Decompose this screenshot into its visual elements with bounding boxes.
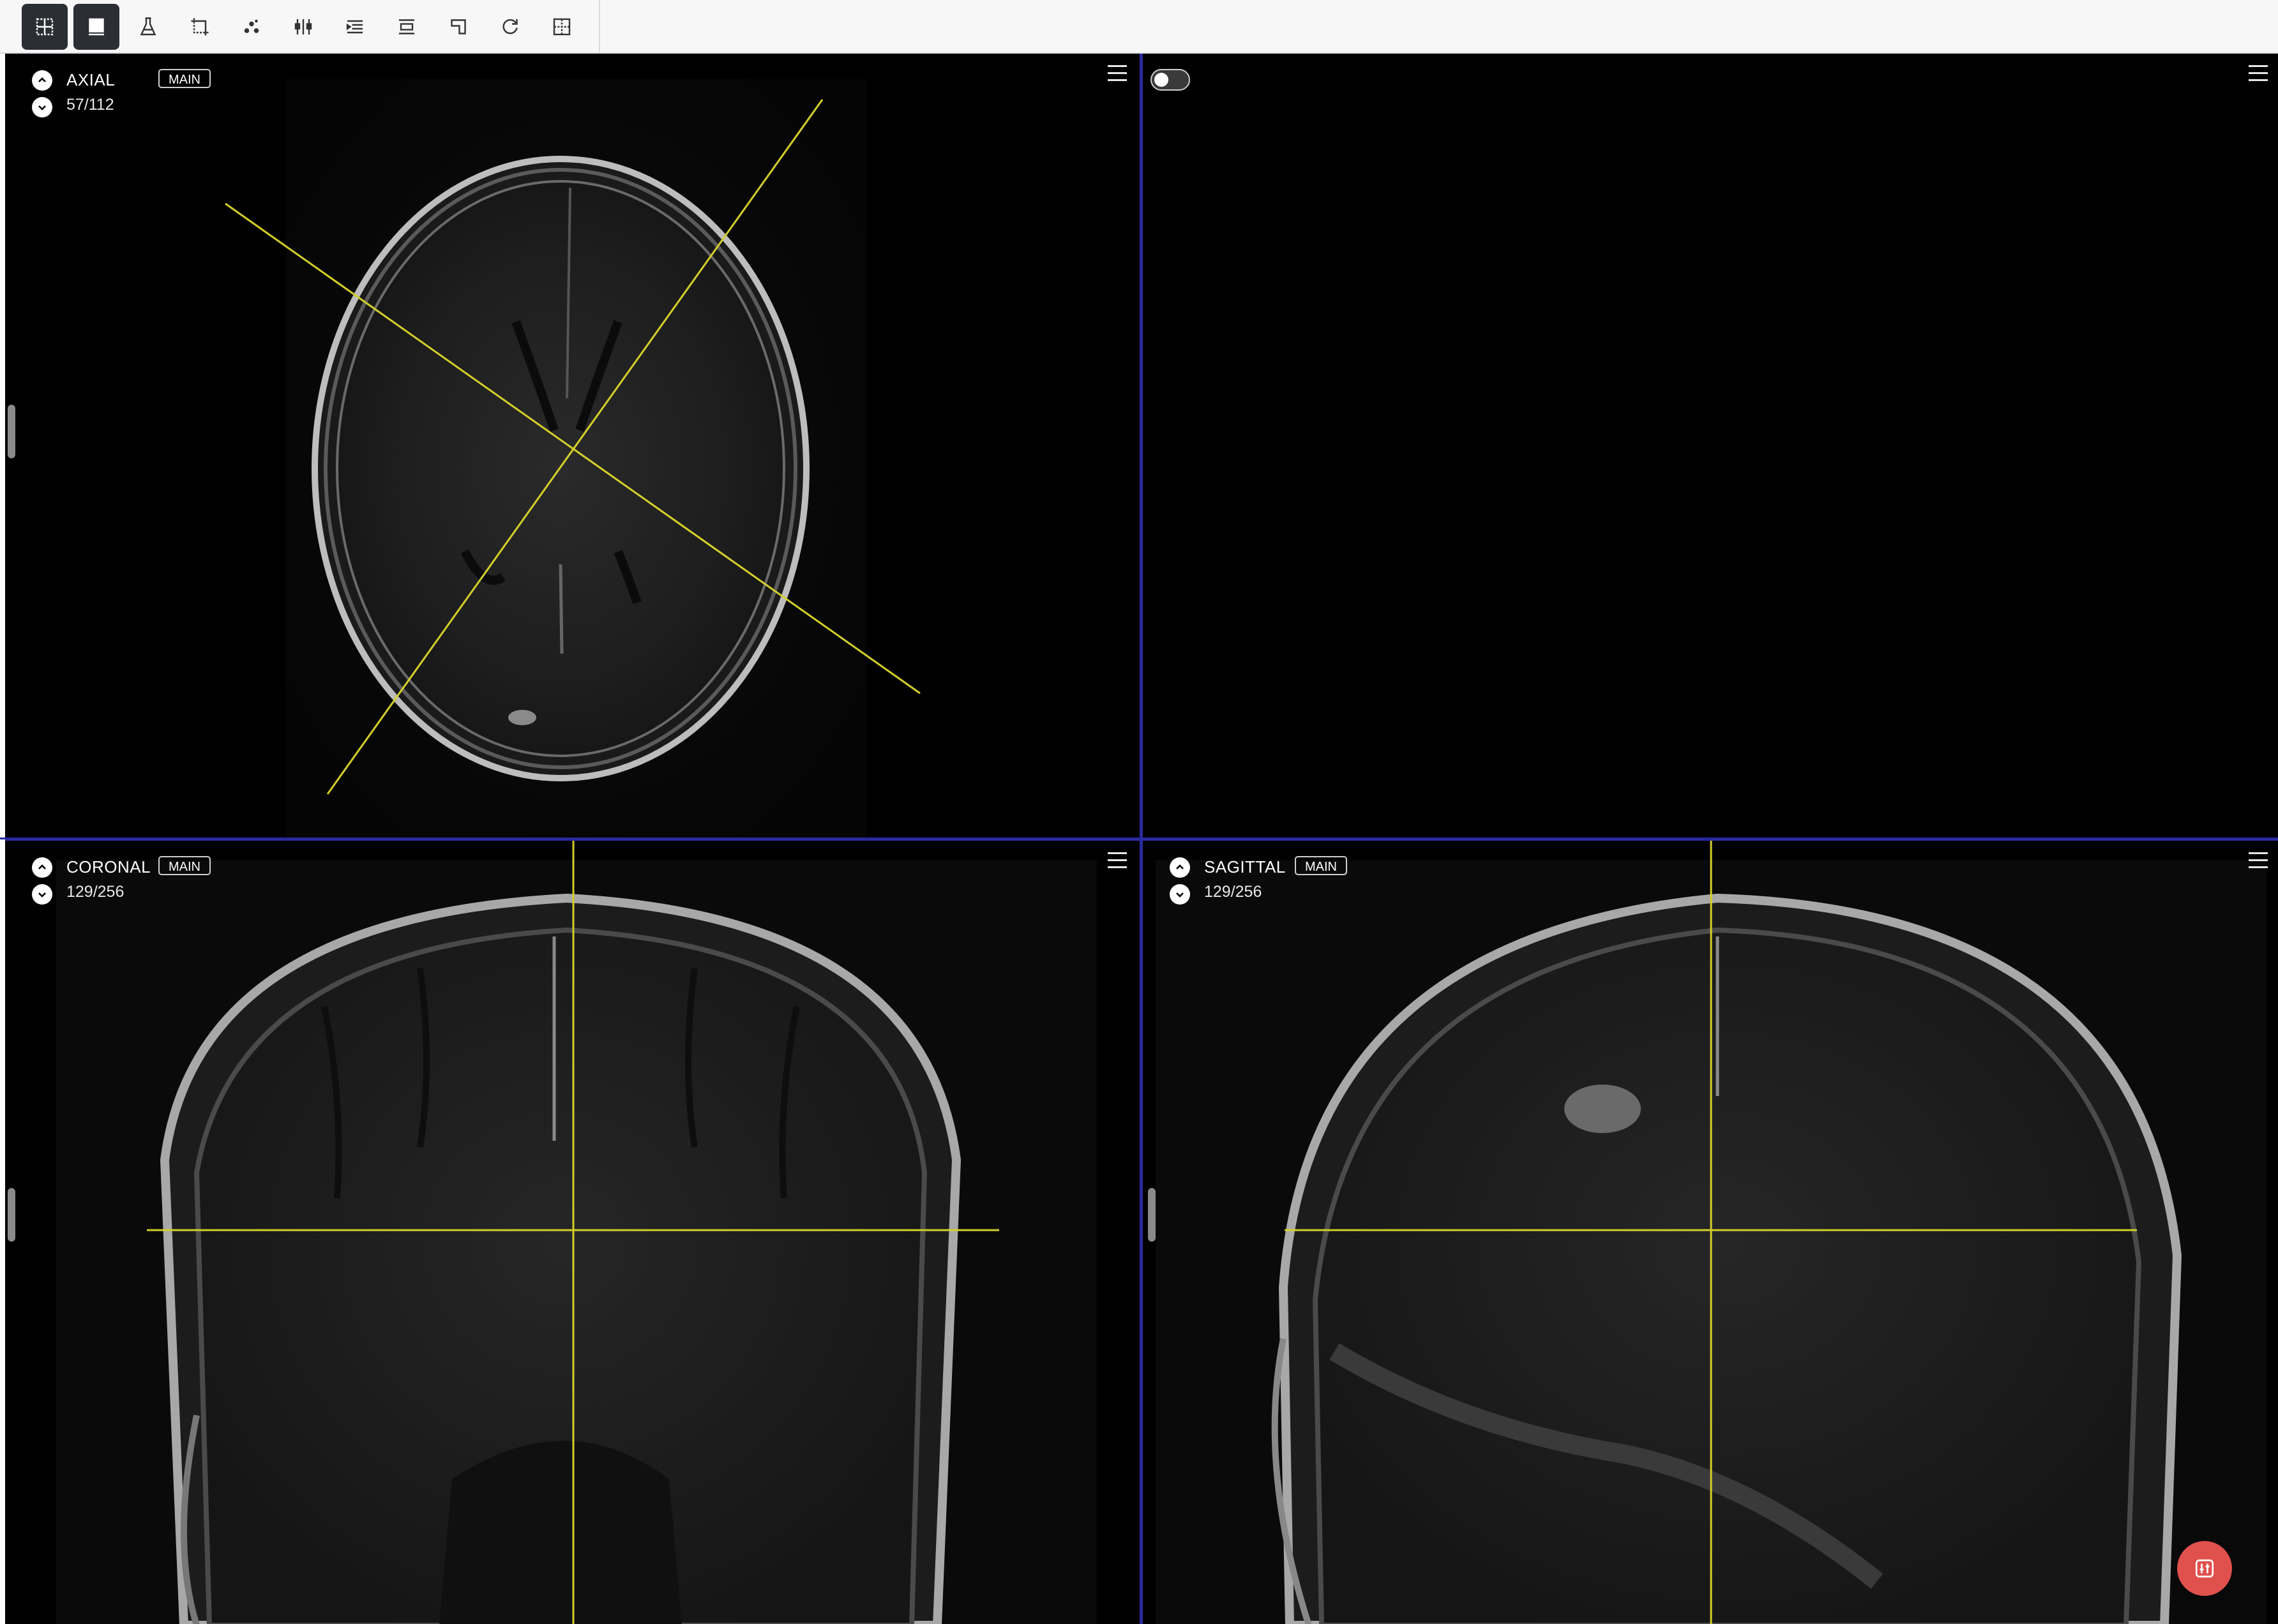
sagittal-viewport[interactable]: SAGITTAL MAIN 129/256	[1142, 839, 2278, 1624]
chevron-up-icon	[1176, 864, 1184, 869]
slice-down-button[interactable]	[1170, 884, 1190, 905]
tool-group	[22, 4, 591, 50]
slice-down-button[interactable]	[32, 97, 52, 117]
horizontal-divider[interactable]	[0, 838, 2278, 839]
viewport-menu-icon[interactable]	[1108, 852, 1127, 869]
frame-button[interactable]	[539, 4, 585, 50]
chevron-down-icon	[1176, 892, 1184, 898]
crop-button[interactable]	[177, 4, 223, 50]
axial-viewport[interactable]: AXIAL MAIN 57/112	[5, 54, 1140, 838]
coronal-viewport[interactable]: CORONAL MAIN 129/256	[5, 839, 1140, 1624]
axial-scan-image	[225, 79, 921, 838]
sagittal-scan-image	[1156, 841, 2267, 1624]
viewport-label: AXIAL	[66, 70, 116, 89]
main-badge[interactable]: MAIN	[158, 69, 211, 88]
frame-icon	[553, 18, 571, 36]
align-left-icon	[346, 20, 363, 34]
main-badge[interactable]: MAIN	[158, 856, 211, 875]
slice-up-button[interactable]	[1170, 857, 1190, 878]
coronal-scan-image	[56, 841, 1097, 1624]
slice-down-button[interactable]	[32, 884, 52, 905]
viewport-label: SAGITTAL	[1204, 857, 1286, 876]
main-badge[interactable]: MAIN	[1295, 856, 1347, 875]
align-center-icon	[399, 19, 414, 34]
points-button[interactable]	[229, 4, 275, 50]
toolbar-separator	[599, 0, 600, 54]
flask-button[interactable]	[125, 4, 171, 50]
chevron-down-icon	[38, 892, 46, 898]
sliders-icon	[2195, 1559, 2214, 1578]
corner-icon	[451, 19, 466, 34]
viewport-scroll-handle[interactable]	[8, 1188, 15, 1242]
chevron-down-icon	[38, 105, 46, 110]
viewport-menu-icon[interactable]	[2249, 65, 2268, 82]
crop-icon	[191, 18, 209, 36]
align-center-button[interactable]	[384, 4, 430, 50]
slice-counter: 129/256	[1204, 883, 1262, 901]
viewport-scroll-handle[interactable]	[8, 405, 15, 458]
corner-button[interactable]	[435, 4, 481, 50]
slice-counter: 57/112	[66, 96, 114, 114]
viewport-toggle[interactable]	[1150, 69, 1190, 91]
viewport-menu-icon[interactable]	[1108, 65, 1127, 82]
empty-viewport[interactable]	[1142, 54, 2278, 838]
slice-up-button[interactable]	[32, 857, 52, 878]
window-level-icon	[89, 18, 104, 36]
chevron-up-icon	[38, 77, 46, 82]
sliders-button[interactable]	[280, 4, 326, 50]
toggle-knob	[1154, 73, 1168, 87]
slice-up-button[interactable]	[32, 70, 52, 91]
flask-icon	[140, 17, 156, 36]
chevron-up-icon	[38, 864, 46, 869]
sliders-icon	[294, 19, 312, 34]
rotate-button[interactable]	[487, 4, 533, 50]
viewport-scroll-handle[interactable]	[1148, 1188, 1156, 1242]
points-icon	[244, 19, 259, 33]
viewport-menu-icon[interactable]	[2249, 852, 2268, 869]
adjust-settings-button[interactable]	[2177, 1541, 2232, 1596]
rotate-icon	[502, 19, 518, 34]
slice-counter: 129/256	[66, 883, 124, 901]
align-left-button[interactable]	[332, 4, 378, 50]
window-level-button[interactable]	[73, 4, 119, 50]
layout-grid-button[interactable]	[22, 4, 68, 50]
viewport-label: CORONAL	[66, 857, 151, 876]
layout-grid-icon	[36, 18, 54, 36]
toolbar	[0, 0, 2278, 54]
